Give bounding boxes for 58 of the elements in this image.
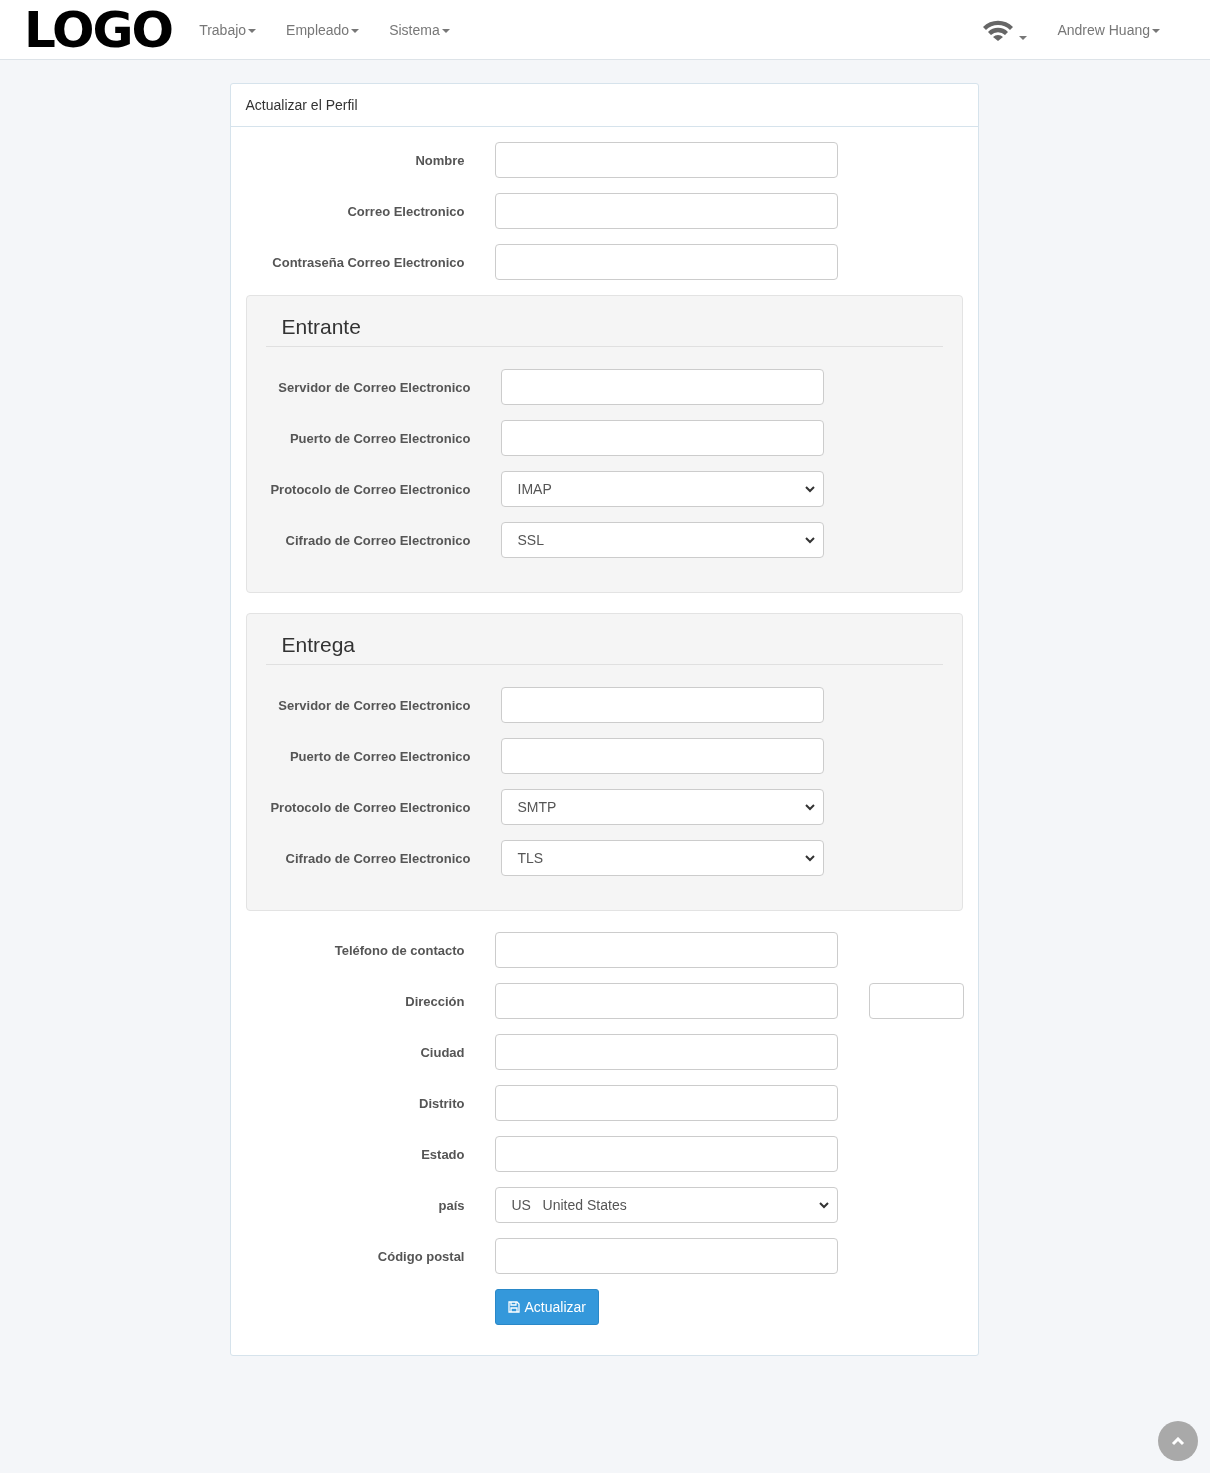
select-field[interactable]: SMTP	[500, 789, 824, 826]
field-label: Cifrado de Correo Electronico	[285, 850, 471, 866]
save-icon	[507, 1301, 520, 1314]
select-field[interactable]: US United States	[494, 1187, 838, 1224]
input-field[interactable]	[494, 244, 838, 280]
user-menu[interactable]: Andrew Huang	[1042, 21, 1175, 38]
input-field[interactable]	[494, 193, 838, 229]
nav-menu[interactable]: Sistema	[374, 21, 465, 38]
chevron-icon	[804, 485, 815, 493]
input-field[interactable]	[494, 142, 838, 178]
field-label: Dirección	[405, 993, 465, 1009]
field-label: Cifrado de Correo Electronico	[285, 532, 471, 548]
input-field[interactable]	[500, 687, 824, 724]
chevron-icon	[804, 803, 815, 811]
input-field[interactable]	[500, 369, 824, 406]
chevron-up-icon	[1171, 1436, 1185, 1446]
field-label: Ciudad	[420, 1044, 465, 1060]
select-field[interactable]: TLS	[500, 840, 824, 877]
field-label: Protocolo de Correo Electronico	[270, 799, 471, 815]
input-field[interactable]	[500, 738, 824, 775]
caret-icon	[248, 28, 257, 33]
nav-menu[interactable]: Empleado	[271, 21, 375, 38]
panel-title: Actualizar el Perfil	[245, 97, 358, 113]
section-title: Entrante	[265, 314, 943, 348]
chevron-icon	[804, 536, 815, 544]
caret-icon	[1152, 28, 1160, 33]
field-label: Puerto de Correo Electronico	[289, 430, 471, 446]
field-label: Servidor de Correo Electronico	[278, 379, 471, 395]
scroll-top-button[interactable]	[1158, 1421, 1198, 1461]
caret-icon	[351, 28, 360, 33]
input-field[interactable]	[494, 1085, 838, 1122]
field-label: país	[438, 1197, 465, 1213]
field-label: Distrito	[419, 1095, 465, 1111]
section-title: Entrega	[265, 632, 943, 666]
field-label: Correo Electronico	[347, 203, 465, 219]
input-field[interactable]	[494, 1034, 838, 1071]
field-label: Código postal	[377, 1248, 465, 1264]
input-field[interactable]	[494, 1136, 838, 1173]
field-label: Nombre	[415, 152, 465, 168]
chevron-icon	[818, 1201, 829, 1209]
caret-icon	[441, 28, 450, 33]
input-field[interactable]	[494, 983, 838, 1020]
field-label: Estado	[421, 1146, 465, 1162]
input-field[interactable]	[868, 983, 964, 1020]
field-label: Puerto de Correo Electronico	[289, 748, 471, 764]
field-label: Protocolo de Correo Electronico	[270, 481, 471, 497]
field-label: Contraseña Correo Electronico	[272, 254, 465, 270]
field-label: Teléfono de contacto	[334, 942, 465, 958]
input-field[interactable]	[500, 420, 824, 457]
input-field[interactable]	[494, 932, 838, 969]
nav-menu[interactable]: Trabajo	[184, 21, 272, 38]
select-field[interactable]: IMAP	[500, 471, 824, 508]
caret-icon	[1019, 35, 1028, 40]
field-label: Servidor de Correo Electronico	[278, 697, 471, 713]
logo[interactable]: LOGO	[24, 4, 173, 55]
input-field[interactable]	[494, 1238, 838, 1275]
select-field[interactable]: SSL	[500, 522, 824, 559]
chevron-icon	[804, 854, 815, 862]
